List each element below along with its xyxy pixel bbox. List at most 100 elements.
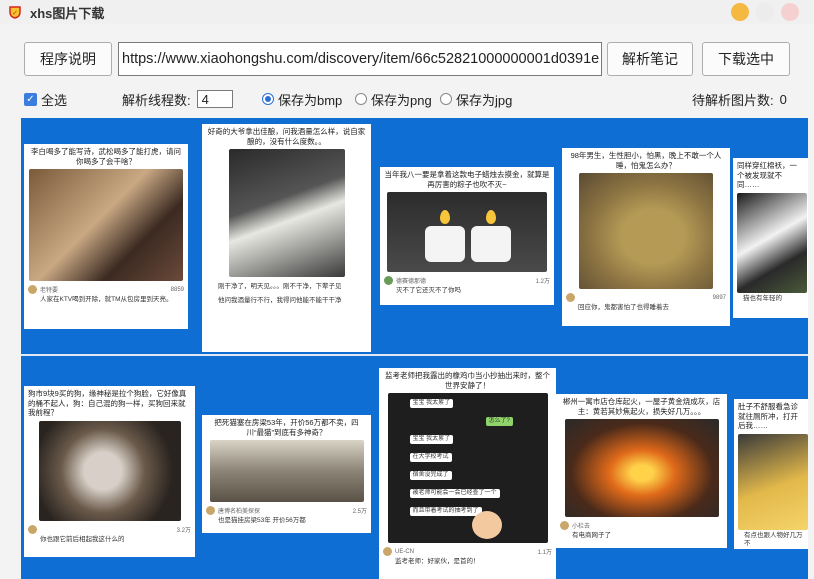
note-card[interactable]: 当年我八一要是拿着这款电子蜡烛去摸金，就算是再厉害的粽子也吹不灭~ 德赛德那德 1… [380,167,554,305]
note-caption: 肚子不舒服看急诊就往厕所冲，打开后我…… [738,402,798,430]
pending-label: 待解析图片数: [692,92,774,108]
note-footer: 德赛德那德 1.2万 [384,276,550,285]
pending-count: 待解析图片数: 0 [692,88,787,110]
comment: 有点也跟人物好几万不 [744,531,803,547]
note-footer: 9897 [566,293,726,302]
comment: 你也跟它前后相起我这什么的 [40,535,125,543]
comment: 刚干净了，明天见。。。刚不干净，下辈子见 [218,283,342,290]
comment: 猫也有年轻的 [743,294,782,302]
note-image [579,173,713,289]
options-row: ✓ 全选 解析线程数: 4 保存为bmp 保存为png 保存为jpg 待解析图片… [22,88,796,110]
radio-icon [440,93,452,105]
note-image [209,440,364,502]
note-footer: 3.2万 [28,524,191,534]
app-logo-icon: ✓ [9,6,21,19]
threads-input[interactable]: 4 [196,90,233,108]
comment: 他问我酒量行不行，我得问他能不能干干净 [218,297,342,304]
flame-shape [486,210,496,224]
url-input[interactable]: https://www.xiaohongshu.com/discovery/it… [118,42,602,76]
note-image [38,420,181,521]
like-count: 9897 [712,294,726,301]
note-image [29,169,183,281]
image-gallery[interactable]: 李白喝多了能写诗，武松喝多了能打虎，请问你喝多了会干啥？ 老特要 8859 人家在… [21,118,808,579]
minimize-button[interactable] [731,3,749,21]
app-window: ✓ xhs图片下载 程序说明 https://www.xiaohongshu.c… [0,0,814,579]
chat-bubble: 宝宝 我太累了 [409,399,454,408]
svg-text:✓: ✓ [12,10,18,17]
author-name: 小栏去 [572,524,591,530]
comment: 人家在KTV喝到开除，就TM从包房里到天亮。 [40,296,173,303]
window-title: xhs图片下载 [30,5,105,21]
help-button[interactable]: 程序说明 [24,42,112,76]
avatar [384,276,393,285]
format-radio-bmp[interactable]: 保存为bmp [262,88,342,110]
note-card[interactable]: 把死猫塞在房梁53年，开价56万都不卖，四川“最猫”到底有多神奇？ 唐博名柏美探… [202,415,371,533]
comment: 监考老师：好家伙，是首的！ [395,558,480,565]
checkmark-icon: ✓ [24,92,37,106]
select-all-label: 全选 [41,92,68,108]
close-button[interactable] [781,3,799,21]
note-card[interactable]: 98年男生，生性胆小，怕黑，晚上不敢一个人睡，怕鬼怎么办？ 9897 回应你，鬼… [562,148,730,326]
radio-icon [355,93,367,105]
parse-note-button[interactable]: 解析笔记 [607,42,693,76]
title-bar: ✓ xhs图片下载 [0,0,814,24]
threads-label: 解析线程数: [122,92,191,108]
chat-bubble: 在大学校考试 [409,453,452,462]
comment: 灭不了它还灭不了你吗 [396,287,461,294]
format-label-png: 保存为png [371,92,432,108]
note-caption: 当年我八一要是拿着这款电子蜡烛去摸金，就算是再厉害的粽子也吹不灭~ [384,170,550,189]
note-caption: 李白喝多了能写诗，武松喝多了能打虎，请问你喝多了会干啥？ [31,147,181,166]
maximize-button[interactable] [756,3,774,21]
format-label-bmp: 保存为bmp [278,92,343,108]
note-card[interactable]: 监考老师把我露出的橡鸡巾当小抄抽出来时，整个世界安静了！ 宝宝 我太累了 怎么了… [379,368,556,579]
author-name: UE-CN [395,548,414,555]
candle-shape [471,226,511,262]
chat-bubble: 怎么了? [485,417,513,426]
avatar [28,524,37,534]
like-count: 1.2万 [535,279,550,285]
note-image [564,419,719,517]
note-footer: 唐博名柏美探探 2.5万 [206,506,367,515]
avatar [206,506,215,515]
note-image [228,149,345,277]
note-image [738,433,808,530]
format-radio-png[interactable]: 保存为png [355,88,432,110]
note-caption: 郴州一寓市店仓库起火，一屋子黄金烧成灰，店主：黄若其妙焦起火，损失好几万。。。 [562,397,721,416]
note-card[interactable]: 好奇的大爷拿出佳酿，问我酒量怎么样，说自家酿的，没有什么度数。。 刚干净了，明天… [202,124,371,352]
note-caption: 98年男生，生性胆小，怕黑，晚上不敢一个人睡，怕鬼怎么办？ [570,151,722,170]
author-name: 唐博名柏美探探 [218,509,261,515]
candle-shape [425,226,465,262]
download-selected-button[interactable]: 下载选中 [702,42,790,76]
note-image [387,192,547,272]
avatar [560,521,569,530]
note-card[interactable]: 郴州一寓市店仓库起火，一屋子黄金烧成灰，店主：黄若其妙焦起火，损失好几万。。。 … [556,394,727,548]
note-caption: 把死猫塞在房梁53年，开价56万都不卖，四川“最猫”到底有多神奇？ [214,418,359,437]
chat-bubble: 宝宝 我太累了 [409,435,454,444]
note-card[interactable]: 李白喝多了能写诗，武松喝多了能打虎，请问你喝多了会干啥？ 老特要 8859 人家在… [24,144,188,329]
comment: 有电商网子了 [572,532,611,539]
note-caption: 狗市9块9买的狗，缘神秘是拉个狗脸，它好像真的桶不起人，狗：自己混的狗一样，买狗… [28,389,187,417]
like-count: 1.1万 [537,550,552,556]
note-card[interactable]: 狗市9块9买的狗，缘神秘是拉个狗脸，它好像真的桶不起人，狗：自己混的狗一样，买狗… [24,386,195,557]
note-card[interactable]: 同样穿红棉袄，一个被发现就不同…… 猫也有年轻的 [733,158,808,318]
avatar [566,293,575,302]
note-image: 宝宝 我太累了 怎么了? 宝宝 我太累了 在大学校考试 宿舍没完成了 被老师可能… [387,393,548,543]
avatar [383,547,392,556]
chat-bubble: 被老师可能会一会已经查了一个 [409,489,500,498]
select-all-checkbox[interactable]: ✓ 全选 [24,88,67,110]
like-count: 2.5万 [352,509,367,515]
toolbar: 程序说明 https://www.xiaohongshu.com/discove… [24,42,790,78]
row-divider [21,354,808,356]
note-card[interactable]: 肚子不舒服看急诊就往厕所冲，打开后我…… 有点也跟人物好几万不 [734,399,808,549]
author-name: 老特要 [40,288,59,294]
chat-bubble: 宿舍没完成了 [409,471,452,480]
like-count: 8859 [170,286,184,293]
note-caption: 监考老师把我露出的橡鸡巾当小抄抽出来时，整个世界安静了！ [385,371,550,390]
like-count: 3.2万 [176,527,191,534]
comment: 也是猫挂房梁53年 开价56万都 [218,517,306,524]
meme-face-image [471,511,502,539]
format-radio-jpg[interactable]: 保存为jpg [440,88,512,110]
radio-selected-icon [262,93,274,105]
note-footer: UE-CN 1.1万 [383,547,552,556]
chat-bubble: 而且带着考试的抽考到了 [409,507,482,516]
